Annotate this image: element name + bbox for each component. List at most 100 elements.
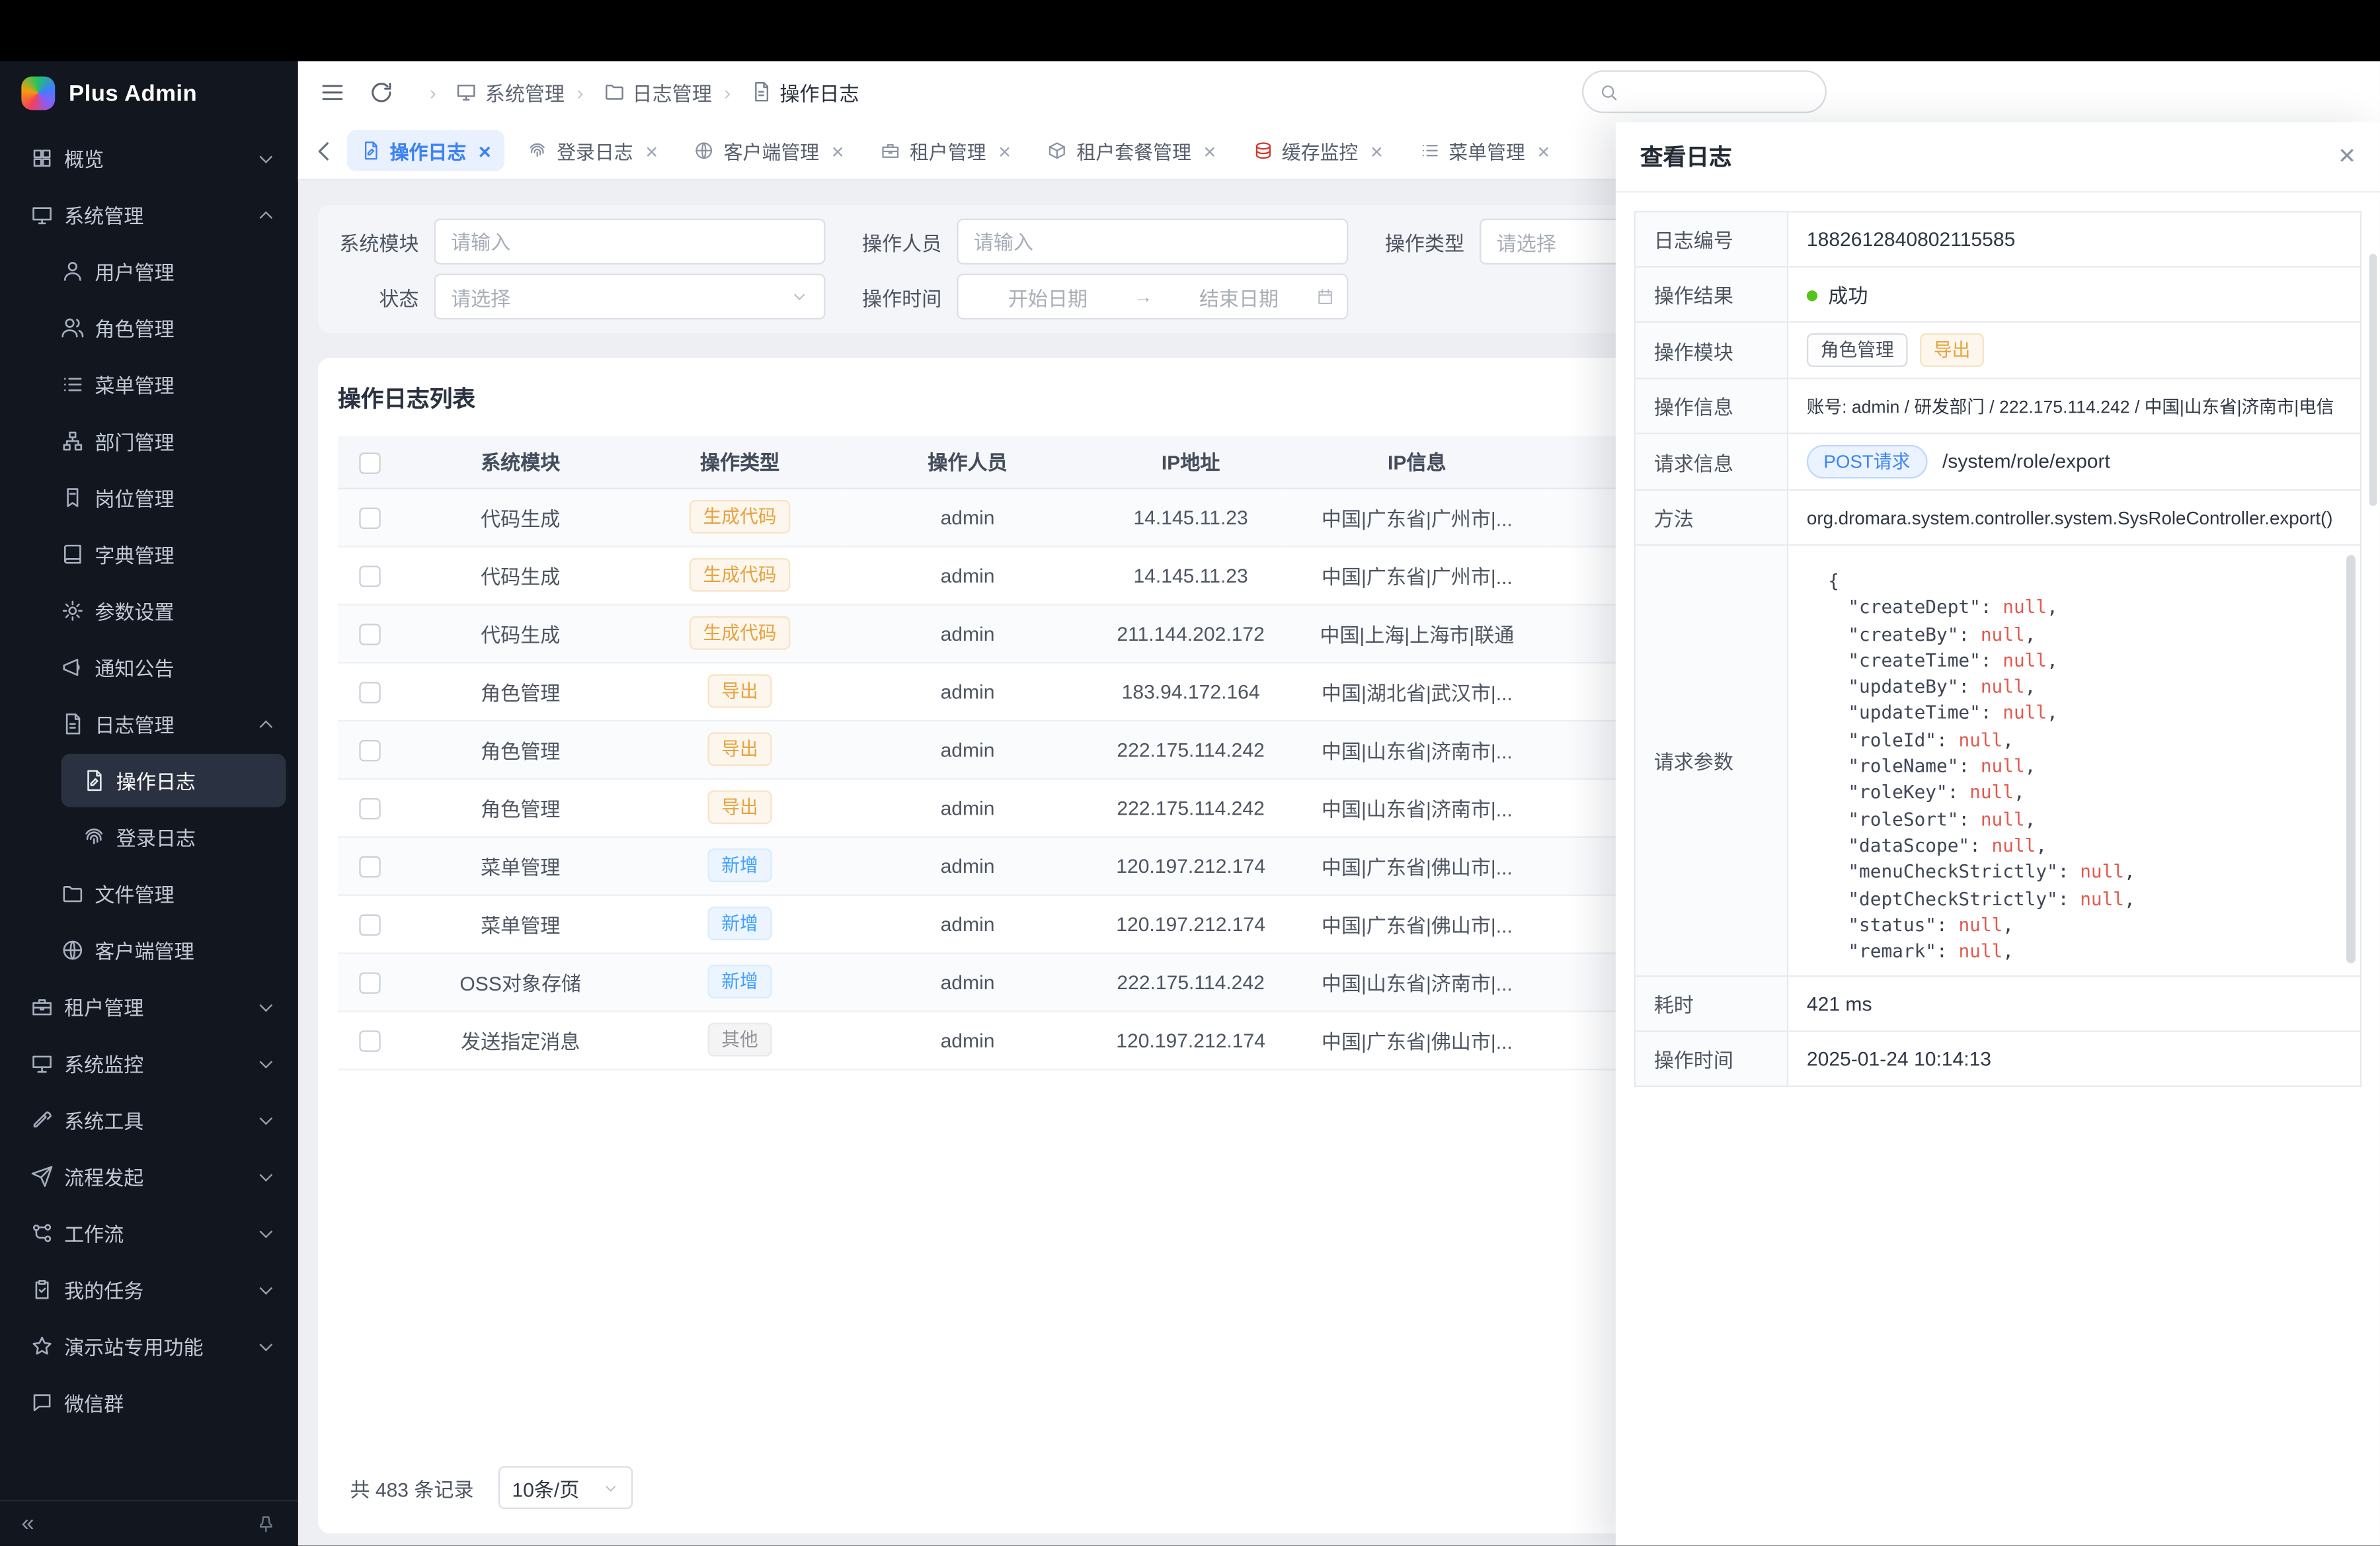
status-filter-select[interactable]: 请选择 bbox=[434, 274, 826, 319]
sidebar-collapse-button[interactable]: « bbox=[21, 1512, 34, 1535]
cell-module: 角色管理 bbox=[402, 778, 639, 836]
sidebar-item-label: 我的任务 bbox=[64, 1275, 251, 1304]
fingerprint-icon bbox=[83, 826, 106, 849]
module-filter-input[interactable] bbox=[434, 219, 826, 264]
box-icon bbox=[1048, 141, 1068, 161]
row-checkbox[interactable] bbox=[359, 972, 380, 993]
breadcrumb-item[interactable]: › 操作日志 bbox=[712, 77, 859, 106]
sidebar-item-label: 概览 bbox=[64, 143, 251, 173]
sidebar-item[interactable]: 系统监控 bbox=[12, 1037, 286, 1090]
tab-label: 客户端管理 bbox=[724, 136, 820, 165]
method-value: org.dromara.system.controller.system.Sys… bbox=[1788, 490, 2361, 545]
page-size-select[interactable]: 10条/页 bbox=[498, 1466, 633, 1509]
sidebar-item[interactable]: 通知公告 bbox=[12, 641, 286, 694]
tab-close-icon[interactable]: × bbox=[645, 140, 658, 161]
row-checkbox[interactable] bbox=[359, 856, 380, 877]
sidebar-item[interactable]: 概览 bbox=[12, 132, 286, 185]
time-range-picker[interactable]: 开始日期 → 结束日期 bbox=[957, 274, 1348, 319]
sidebar-item[interactable]: 菜单管理 bbox=[12, 358, 286, 411]
cell-operator: admin bbox=[841, 604, 1095, 662]
operation-type-tag: 新增 bbox=[707, 965, 772, 998]
tab[interactable]: 租户套餐管理 × bbox=[1034, 130, 1230, 171]
row-checkbox[interactable] bbox=[359, 914, 380, 935]
refresh-icon[interactable] bbox=[368, 79, 394, 104]
row-checkbox[interactable] bbox=[359, 740, 380, 761]
cell-operator: admin bbox=[841, 836, 1095, 895]
sidebar-item-label: 部门管理 bbox=[95, 427, 270, 456]
sidebar-item[interactable]: 字典管理 bbox=[12, 528, 286, 581]
operation-type-tag: 新增 bbox=[707, 848, 772, 882]
sidebar-item[interactable]: 角色管理 bbox=[12, 301, 286, 354]
field-label: 操作结果 bbox=[1635, 266, 1788, 321]
briefcase-icon bbox=[881, 141, 900, 161]
tabs-scroll-left-icon[interactable] bbox=[310, 137, 338, 165]
tab-label: 菜单管理 bbox=[1448, 136, 1525, 165]
total-count: 共 483 条记录 bbox=[350, 1473, 473, 1502]
header-search-input[interactable] bbox=[1582, 70, 1827, 113]
app-logo[interactable]: Plus Admin bbox=[0, 61, 298, 125]
cell-module: 发送指定消息 bbox=[402, 1010, 639, 1069]
row-checkbox[interactable] bbox=[359, 507, 380, 528]
sidebar-item-label: 字典管理 bbox=[95, 540, 270, 569]
pin-icon[interactable] bbox=[255, 1513, 276, 1534]
field-label: 耗时 bbox=[1635, 977, 1788, 1032]
tab-close-icon[interactable]: × bbox=[832, 140, 844, 161]
tab[interactable]: 客户端管理 × bbox=[681, 130, 858, 171]
sidebar-item[interactable]: 系统管理 bbox=[12, 188, 286, 241]
sidebar-item[interactable]: 操作日志 bbox=[61, 754, 286, 807]
tab-close-icon[interactable]: × bbox=[479, 140, 491, 161]
tab[interactable]: 缓存监控 × bbox=[1239, 130, 1397, 171]
sidebar-item[interactable]: 租户管理 bbox=[12, 980, 286, 1034]
sidebar-item[interactable]: 流程发起 bbox=[12, 1150, 286, 1203]
sidebar-item[interactable]: 客户端管理 bbox=[12, 924, 286, 977]
drawer-body: 日志编号 1882612840802115585 操作结果 成功 操作模块 角色 bbox=[1616, 192, 2380, 1545]
select-all-checkbox[interactable] bbox=[359, 452, 380, 473]
drawer-title: 查看日志 bbox=[1640, 141, 1732, 173]
tab-close-icon[interactable]: × bbox=[1537, 140, 1550, 161]
breadcrumb-item[interactable]: › 日志管理 bbox=[565, 77, 712, 106]
chevron-icon bbox=[259, 1055, 272, 1068]
tab-close-icon[interactable]: × bbox=[998, 140, 1011, 161]
sidebar-item[interactable]: 微信群 bbox=[12, 1376, 286, 1430]
row-checkbox[interactable] bbox=[359, 797, 380, 819]
sidebar-item[interactable]: 部门管理 bbox=[12, 415, 286, 468]
clipboard-icon bbox=[30, 1278, 54, 1301]
tab-close-icon[interactable]: × bbox=[1370, 140, 1383, 161]
sidebar-item[interactable]: 参数设置 bbox=[12, 584, 286, 637]
params-scrollbar[interactable] bbox=[2346, 555, 2356, 963]
tab[interactable]: 租户管理 × bbox=[867, 130, 1025, 171]
cell-operator: admin bbox=[841, 488, 1095, 546]
row-checkbox[interactable] bbox=[359, 624, 380, 645]
sidebar-item[interactable]: 岗位管理 bbox=[12, 471, 286, 524]
sidebar-item[interactable]: 演示站专用功能 bbox=[12, 1319, 286, 1373]
sidebar-item-label: 租户管理 bbox=[64, 993, 251, 1022]
drawer-header: 查看日志 × bbox=[1616, 122, 2380, 192]
tab[interactable]: 菜单管理 × bbox=[1406, 130, 1564, 171]
sidebar-item[interactable]: 登录日志 bbox=[61, 810, 286, 864]
operator-filter-input[interactable] bbox=[957, 219, 1348, 264]
globe-icon bbox=[695, 141, 715, 161]
row-checkbox[interactable] bbox=[359, 682, 380, 703]
post-method-tag: POST请求 bbox=[1807, 445, 1927, 479]
chevron-icon bbox=[259, 1225, 272, 1238]
drawer-close-icon[interactable]: × bbox=[2338, 142, 2356, 171]
drawer-scrollbar[interactable] bbox=[2369, 254, 2377, 506]
sidebar-item[interactable]: 文件管理 bbox=[12, 867, 286, 920]
sidebar-item[interactable]: 工作流 bbox=[12, 1206, 286, 1260]
badge-icon bbox=[61, 486, 84, 509]
cell-ip: 120.197.212.174 bbox=[1094, 895, 1287, 953]
sidebar-item[interactable]: 用户管理 bbox=[12, 245, 286, 298]
tab[interactable]: 登录日志 × bbox=[514, 130, 672, 171]
time-filter-label: 操作时间 bbox=[862, 282, 941, 311]
sidebar-item[interactable]: 日志管理 bbox=[12, 697, 286, 751]
tab[interactable]: 操作日志 × bbox=[347, 130, 505, 171]
star-icon bbox=[30, 1334, 54, 1358]
sidebar-item[interactable]: 我的任务 bbox=[12, 1263, 286, 1317]
tab-close-icon[interactable]: × bbox=[1203, 140, 1216, 161]
cell-ip-info: 中国|广东省|佛山市|... bbox=[1287, 1010, 1547, 1069]
row-checkbox[interactable] bbox=[359, 1030, 380, 1051]
breadcrumb-item[interactable]: › 系统管理 bbox=[417, 77, 565, 106]
row-checkbox[interactable] bbox=[359, 565, 380, 587]
hamburger-icon[interactable] bbox=[319, 79, 345, 104]
sidebar-item[interactable]: 系统工具 bbox=[12, 1093, 286, 1147]
